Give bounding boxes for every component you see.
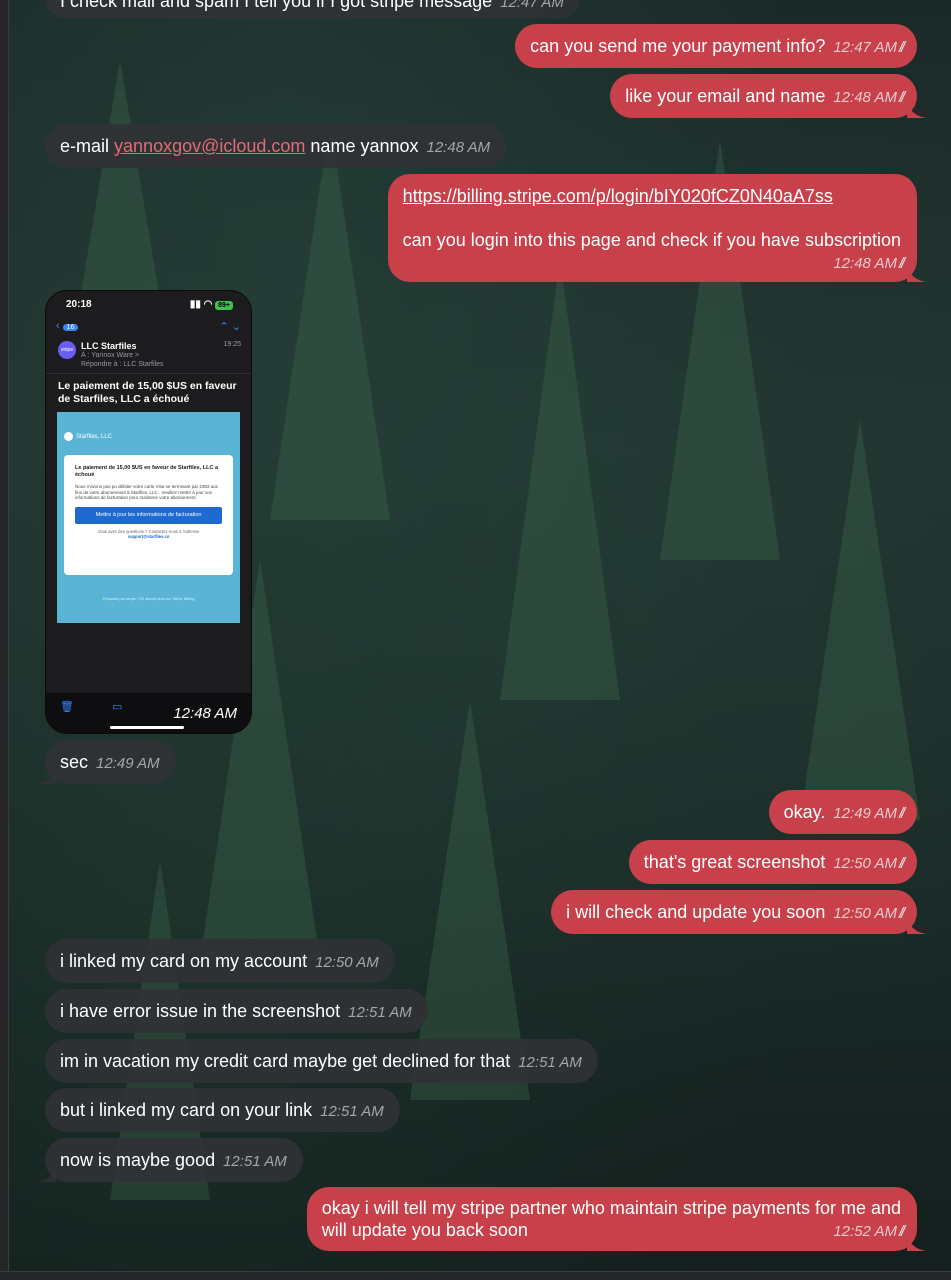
mail-card: Le paiement de 15,00 $US en faveur de St…: [64, 455, 233, 575]
message-incoming[interactable]: sec 12:49 AM: [36, 740, 176, 784]
mail-subject: Le paiement de 15,00 $US en faveur de St…: [58, 380, 237, 405]
bubble-tail: [907, 102, 927, 118]
message-time: 12:51 AM: [223, 1153, 287, 1170]
phone-status-bar: 20:18 ▮▮ ◠ 89+: [46, 291, 251, 317]
mail-reply-to: Répondre à : LLC Starfiles: [81, 361, 164, 368]
message-text: i will check and update you soon: [566, 902, 826, 922]
phone-status-icons: ▮▮ ◠ 89+: [190, 299, 233, 310]
bubble-tail: [907, 918, 927, 934]
message-time: 12:49 AM: [96, 755, 160, 772]
mail-body: Starfiles, LLC Le paiement de 15,00 $US …: [57, 412, 240, 623]
battery-icon: 89+: [215, 300, 233, 310]
message-incoming[interactable]: I check mail and spam I tell you if I go…: [45, 0, 580, 18]
screenshot-attachment[interactable]: 20:18 ▮▮ ◠ 89+ ‹ 16 ⌃ ⌄ stripe LLC Starfi…: [45, 290, 252, 734]
message-text: can you login into this page and check i…: [402, 230, 901, 250]
message-text-suffix: name yannox: [310, 136, 419, 156]
message-text-line-2: will update you back soon: [321, 1220, 528, 1240]
message-text: but i linked my card on your link: [60, 1100, 313, 1120]
support-line: Vous avez des questions ? Contactez-nous…: [75, 529, 222, 539]
message-text-line-1: okay i will tell my stripe partner who m…: [321, 1198, 901, 1218]
home-indicator: [110, 726, 184, 729]
message-time: 12:47 AM: [833, 39, 897, 56]
starfiles-logo-icon: [64, 432, 73, 441]
brand-name: Starfiles, LLC: [76, 433, 113, 440]
sender-avatar: stripe: [58, 341, 76, 359]
phone-status-time: 20:18: [66, 298, 92, 310]
bubble-tail: [36, 1166, 56, 1182]
message-outgoing[interactable]: okay i will tell my stripe partner who m…: [306, 1187, 927, 1251]
message-text: I check mail and spam I tell you if I go…: [60, 0, 493, 11]
mail-brand: Starfiles, LLC: [64, 432, 112, 441]
card-body: Nous n'avons pas pu débiter votre carte …: [75, 484, 218, 500]
update-billing-button: Mettre à jour les informations de factur…: [75, 506, 222, 524]
message-text: like your email and name: [625, 86, 826, 106]
back-chevron-icon: ‹ 16: [56, 320, 79, 332]
message-time: 12:51 AM: [320, 1103, 384, 1120]
message-incoming[interactable]: im in vacation my credit card maybe get …: [45, 1039, 598, 1083]
bubble-tail: [907, 266, 927, 282]
mail-footer: Propulsé par stripe | En savoir plus sur…: [102, 596, 195, 601]
message-text: i linked my card on my account: [60, 951, 308, 971]
message-time: 12:48 AM: [426, 139, 491, 156]
message-outgoing[interactable]: like your email and name12:48 AM//: [610, 74, 927, 118]
bubble-tail: [907, 1235, 927, 1251]
message-text: i have error issue in the screenshot: [60, 1001, 341, 1021]
message-time: 12:49 AM: [833, 805, 897, 822]
email-link[interactable]: yannoxgov@icloud.com: [114, 136, 305, 156]
message-time: 12:48 AM: [833, 255, 897, 272]
folder-icon: ▭: [112, 701, 123, 713]
message-time: 12:51 AM: [348, 1004, 412, 1021]
mail-date: 19:25: [223, 341, 241, 348]
phone-mail-nav: ‹ 16 ⌃ ⌄: [46, 317, 251, 335]
mail-to: À : Yannox Ware >: [81, 352, 140, 359]
message-time: 12:47 AM: [500, 0, 564, 11]
message-time: 12:52 AM: [833, 1223, 897, 1240]
message-text: sec: [60, 752, 89, 772]
message-outgoing[interactable]: okay.12:49 AM//: [768, 790, 917, 834]
bubble-tail: [36, 768, 56, 784]
message-outgoing[interactable]: i will check and update you soon 12:50 AM…: [551, 890, 927, 934]
message-incoming[interactable]: i have error issue in the screenshot 12:5…: [45, 989, 428, 1033]
message-time: 12:50 AM: [833, 905, 897, 922]
window-left-edge: [0, 0, 9, 1280]
message-text-prefix: e-mail: [60, 136, 110, 156]
message-outgoing[interactable]: that's great screenshot12:50 AM//: [628, 840, 917, 884]
message-time: 12:50 AM: [315, 954, 379, 971]
up-down-chevron-icons: ⌃ ⌄: [219, 320, 242, 333]
message-incoming[interactable]: now is maybe good 12:51 AM: [36, 1138, 303, 1182]
message-outgoing[interactable]: https://billing.stripe.com/p/login/bIY02…: [387, 174, 927, 282]
card-title: Le paiement de 15,00 $US en faveur de St…: [75, 465, 219, 478]
mail-sender: LLC Starfiles: [81, 341, 137, 351]
message-incoming[interactable]: e-mail yannoxgov@icloud.com name yannox 1…: [45, 124, 507, 168]
message-text: can you send me your payment info?: [530, 36, 826, 56]
message-incoming[interactable]: i linked my card on my account 12:50 AM: [45, 939, 395, 983]
message-time: 12:48 AM: [833, 89, 897, 106]
support-email: support@starfiles.co: [127, 533, 170, 539]
stripe-billing-link[interactable]: https://billing.stripe.com/p/login/bIY02…: [403, 186, 833, 206]
mail-header: stripe LLC Starfiles À : Yannox Ware > R…: [46, 335, 251, 374]
trash-icon: 🗑: [60, 701, 74, 713]
message-incoming[interactable]: but i linked my card on your link 12:51 A…: [45, 1088, 400, 1132]
message-text: that's great screenshot: [643, 852, 826, 872]
window-bottom-edge: [0, 1271, 951, 1280]
message-text: okay.: [783, 802, 826, 822]
message-text: now is maybe good: [60, 1150, 216, 1170]
message-outgoing[interactable]: can you send me your payment info? 12:47 …: [515, 24, 917, 68]
message-time: 12:50 AM: [833, 855, 897, 872]
message-time: 12:48 AM: [173, 705, 237, 722]
message-time: 12:51 AM: [518, 1054, 582, 1071]
unread-badge: 16: [62, 324, 79, 331]
message-text: im in vacation my credit card maybe get …: [60, 1051, 511, 1071]
